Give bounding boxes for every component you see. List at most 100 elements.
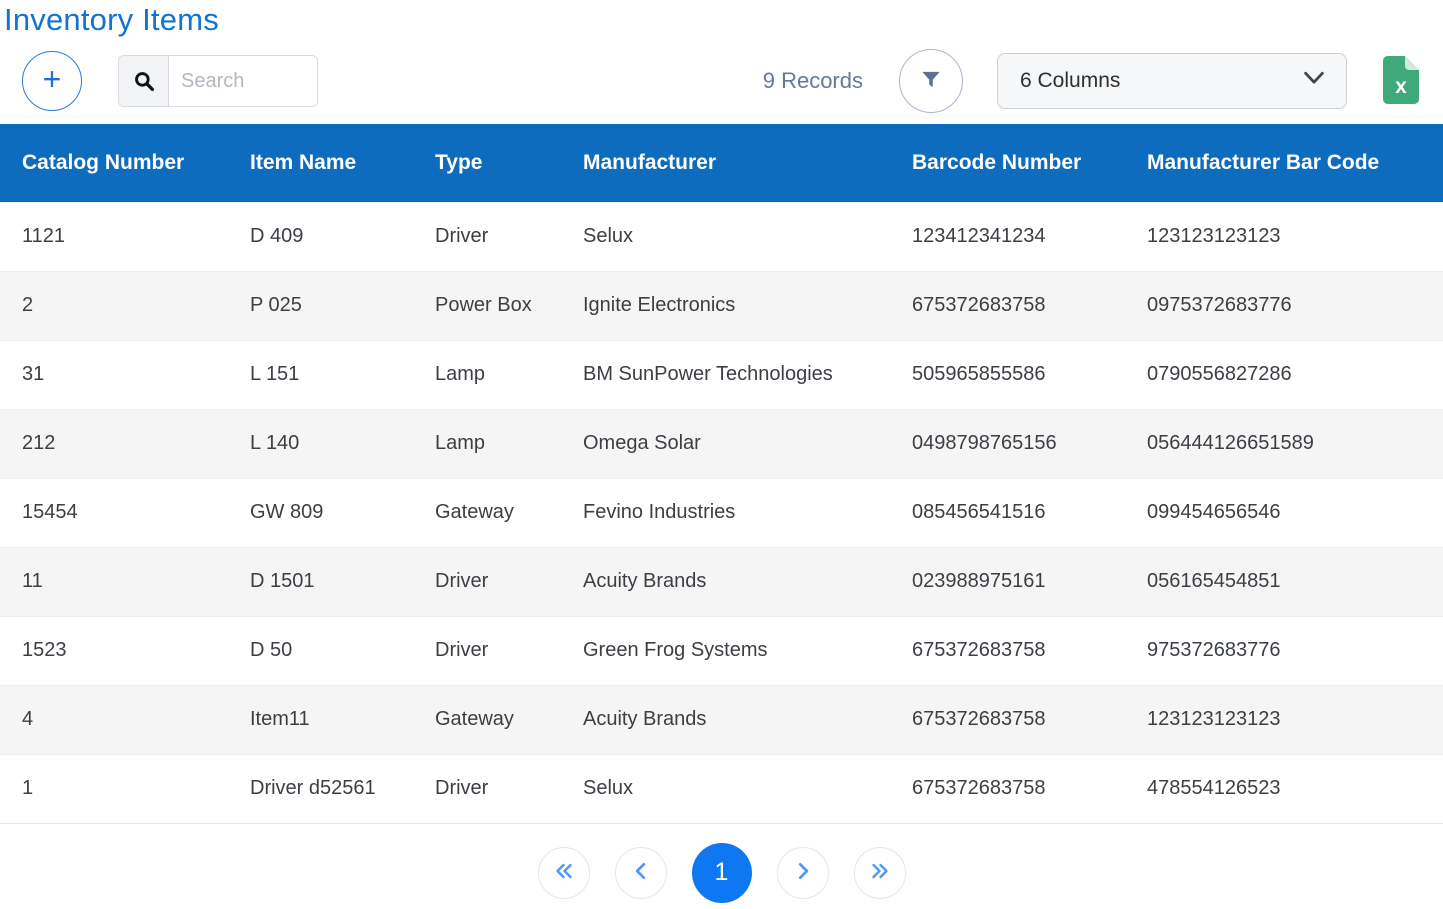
pagination: 1 xyxy=(0,843,1443,903)
svg-text:x: x xyxy=(1395,75,1407,98)
filter-button[interactable] xyxy=(899,49,963,113)
table-cell: 675372683758 xyxy=(890,616,1125,685)
table-cell: 0975372683776 xyxy=(1125,271,1443,340)
table-cell: 099454656546 xyxy=(1125,478,1443,547)
table-cell: Driver xyxy=(413,616,561,685)
table-cell: 1523 xyxy=(0,616,228,685)
column-header[interactable]: Barcode Number xyxy=(890,124,1125,202)
last-page-icon xyxy=(869,861,891,884)
table-cell: Ignite Electronics xyxy=(561,271,890,340)
columns-select-value: 6 Columns xyxy=(1020,69,1120,93)
table-row[interactable]: 1121D 409DriverSelux12341234123412312312… xyxy=(0,202,1443,271)
table-cell: D 1501 xyxy=(228,547,413,616)
table-cell: P 025 xyxy=(228,271,413,340)
table-cell: Selux xyxy=(561,754,890,823)
search-group xyxy=(118,55,318,107)
table-cell: Fevino Industries xyxy=(561,478,890,547)
table-cell: 15454 xyxy=(0,478,228,547)
table-cell: GW 809 xyxy=(228,478,413,547)
table-cell: Acuity Brands xyxy=(561,547,890,616)
plus-icon: + xyxy=(43,63,62,95)
table-cell: Power Box xyxy=(413,271,561,340)
page-number-button[interactable]: 1 xyxy=(692,843,752,903)
chevron-down-icon xyxy=(1302,69,1326,93)
table-cell: 1121 xyxy=(0,202,228,271)
column-header[interactable]: Manufacturer xyxy=(561,124,890,202)
first-page-icon xyxy=(553,861,575,884)
column-header[interactable]: Item Name xyxy=(228,124,413,202)
table-row[interactable]: 4Item11GatewayAcuity Brands6753726837581… xyxy=(0,685,1443,754)
table-cell: L 140 xyxy=(228,409,413,478)
column-header[interactable]: Catalog Number xyxy=(0,124,228,202)
table-cell: 31 xyxy=(0,340,228,409)
inventory-items-page: Inventory Items + 9 Records 6 Columns xyxy=(0,0,1443,909)
table-cell: 675372683758 xyxy=(890,271,1125,340)
table-cell: Driver d52561 xyxy=(228,754,413,823)
table-cell: 675372683758 xyxy=(890,685,1125,754)
table-cell: Item11 xyxy=(228,685,413,754)
table-cell: D 409 xyxy=(228,202,413,271)
previous-page-icon xyxy=(632,861,650,884)
add-item-button[interactable]: + xyxy=(22,51,82,111)
table-cell: 023988975161 xyxy=(890,547,1125,616)
column-header[interactable]: Type xyxy=(413,124,561,202)
table-cell: 0790556827286 xyxy=(1125,340,1443,409)
table-cell: 505965855586 xyxy=(890,340,1125,409)
last-page-button[interactable] xyxy=(854,847,906,899)
toolbar: + 9 Records 6 Columns xyxy=(0,48,1443,114)
table-cell: 212 xyxy=(0,409,228,478)
table-cell: L 151 xyxy=(228,340,413,409)
search-input[interactable] xyxy=(169,56,317,106)
table-row[interactable]: 31L 151LampBM SunPower Technologies50596… xyxy=(0,340,1443,409)
columns-select[interactable]: 6 Columns xyxy=(997,53,1347,109)
table-cell: 123412341234 xyxy=(890,202,1125,271)
table-row[interactable]: 1Driver d52561DriverSelux675372683758478… xyxy=(0,754,1443,823)
table-cell: 675372683758 xyxy=(890,754,1125,823)
table-cell: 056444126651589 xyxy=(1125,409,1443,478)
table-cell: Gateway xyxy=(413,478,561,547)
table-cell: Lamp xyxy=(413,340,561,409)
table-cell: 085456541516 xyxy=(890,478,1125,547)
table-cell: 0498798765156 xyxy=(890,409,1125,478)
table-header: Catalog NumberItem NameTypeManufacturerB… xyxy=(0,124,1443,202)
next-page-icon xyxy=(794,861,812,884)
table-cell: 975372683776 xyxy=(1125,616,1443,685)
table-row[interactable]: 212L 140LampOmega Solar04987987651560564… xyxy=(0,409,1443,478)
table-cell: D 50 xyxy=(228,616,413,685)
table-cell: Gateway xyxy=(413,685,561,754)
header-row: Catalog NumberItem NameTypeManufacturerB… xyxy=(0,124,1443,202)
table-cell: 1 xyxy=(0,754,228,823)
table-row[interactable]: 15454GW 809GatewayFevino Industries08545… xyxy=(0,478,1443,547)
table-cell: 4 xyxy=(0,685,228,754)
filter-icon xyxy=(918,67,944,96)
export-excel-button[interactable]: x xyxy=(1383,56,1419,107)
table-cell: 2 xyxy=(0,271,228,340)
records-count: 9 Records xyxy=(763,68,863,94)
table-cell: Acuity Brands xyxy=(561,685,890,754)
table-cell: Lamp xyxy=(413,409,561,478)
table-cell: 11 xyxy=(0,547,228,616)
excel-file-icon: x xyxy=(1383,56,1419,107)
table-row[interactable]: 1523D 50DriverGreen Frog Systems67537268… xyxy=(0,616,1443,685)
page-title: Inventory Items xyxy=(4,2,1443,38)
table-cell: 478554126523 xyxy=(1125,754,1443,823)
column-header[interactable]: Manufacturer Bar Code xyxy=(1125,124,1443,202)
table-cell: 056165454851 xyxy=(1125,547,1443,616)
table-cell: Omega Solar xyxy=(561,409,890,478)
table-cell: Driver xyxy=(413,754,561,823)
table-cell: 123123123123 xyxy=(1125,202,1443,271)
table-row[interactable]: 2P 025Power BoxIgnite Electronics6753726… xyxy=(0,271,1443,340)
search-icon xyxy=(119,56,169,106)
table-cell: Selux xyxy=(561,202,890,271)
table-row[interactable]: 11D 1501DriverAcuity Brands0239889751610… xyxy=(0,547,1443,616)
next-page-button[interactable] xyxy=(777,847,829,899)
table-body: 1121D 409DriverSelux12341234123412312312… xyxy=(0,202,1443,823)
first-page-button[interactable] xyxy=(538,847,590,899)
inventory-table: Catalog NumberItem NameTypeManufacturerB… xyxy=(0,124,1443,824)
table-cell: Driver xyxy=(413,547,561,616)
current-page-label: 1 xyxy=(715,858,729,887)
table-cell: Driver xyxy=(413,202,561,271)
table-cell: 123123123123 xyxy=(1125,685,1443,754)
previous-page-button[interactable] xyxy=(615,847,667,899)
table-cell: Green Frog Systems xyxy=(561,616,890,685)
